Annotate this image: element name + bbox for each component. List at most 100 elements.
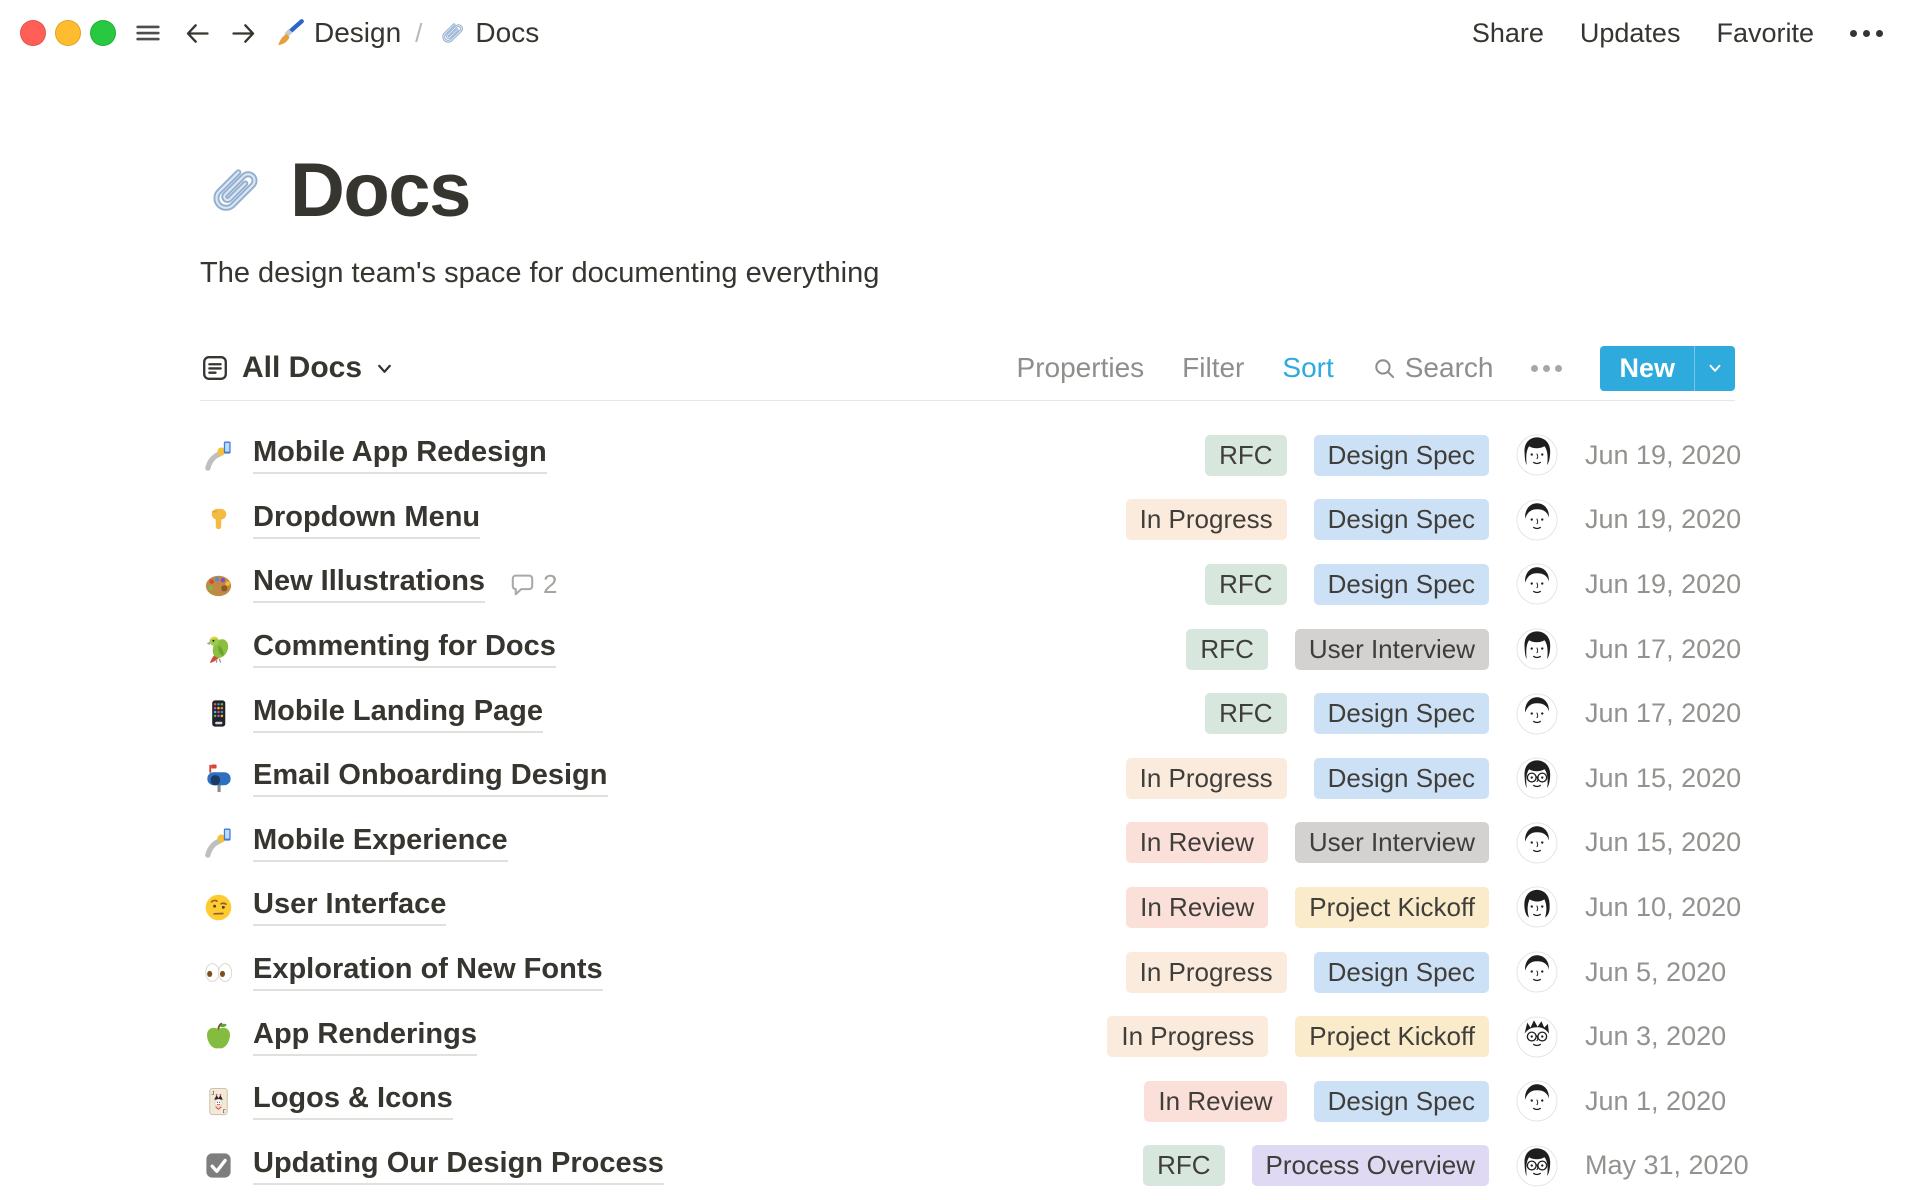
avatar — [1516, 693, 1558, 735]
mailbox-icon — [200, 763, 236, 794]
close-button[interactable] — [20, 20, 46, 46]
breadcrumb-item-design[interactable]: Design — [275, 17, 401, 49]
doc-type-badge: User Interview — [1294, 822, 1489, 864]
page-title[interactable]: Docs — [290, 147, 471, 234]
doc-title-link[interactable]: Updating Our Design Process — [253, 1147, 664, 1185]
minimize-button[interactable] — [55, 20, 81, 46]
doc-title-link[interactable]: Commenting for Docs — [253, 630, 556, 669]
doc-type-badge: Project Kickoff — [1295, 1016, 1489, 1058]
search-label: Search — [1404, 352, 1494, 383]
table-row[interactable]: New Illustrations 2 RFC Design Spec Jun … — [200, 552, 1742, 617]
doc-type-badge: Design Spec — [1313, 499, 1489, 541]
doc-title-link[interactable]: Mobile Experience — [253, 824, 508, 862]
breadcrumb-label: Docs — [475, 17, 540, 48]
edited-date: Jun 19, 2020 — [1585, 568, 1742, 599]
paperclip-icon — [436, 18, 466, 48]
status-badge: In Progress — [1125, 757, 1287, 799]
doc-title-link[interactable]: User Interface — [253, 888, 447, 927]
view-switcher[interactable]: All Docs — [200, 351, 395, 385]
status-badge: In Review — [1144, 1080, 1287, 1122]
doc-title-link[interactable]: Mobile App Redesign — [253, 436, 547, 475]
table-row[interactable]: Mobile Landing Page RFC Design Spec Jun … — [200, 681, 1741, 746]
doc-type-badge: Design Spec — [1313, 434, 1489, 476]
doc-type-badge: Process Overview — [1251, 1145, 1489, 1187]
edited-date: Jun 5, 2020 — [1585, 956, 1727, 987]
edited-date: Jun 15, 2020 — [1585, 762, 1742, 793]
breadcrumb: Design / Docs — [275, 17, 539, 49]
updates-button[interactable]: Updates — [1580, 18, 1681, 49]
table-row[interactable]: Dropdown Menu In Progress Design Spec Ju… — [200, 488, 1741, 553]
doc-type-badge: Design Spec — [1313, 1080, 1489, 1122]
search-button[interactable]: Search — [1372, 352, 1494, 384]
table-row[interactable]: Exploration of New Fonts In Progress Des… — [200, 940, 1735, 1005]
status-badge: In Progress — [1107, 1016, 1269, 1058]
page-icon-paperclip[interactable] — [200, 158, 264, 222]
avatar — [1516, 757, 1558, 799]
comment-bubble-icon — [509, 571, 536, 598]
status-badge: RFC — [1205, 563, 1287, 605]
breadcrumb-separator: / — [415, 17, 423, 48]
doc-title-link[interactable]: Dropdown Menu — [253, 501, 481, 539]
chevron-down-icon[interactable] — [1695, 346, 1735, 391]
new-button-label[interactable]: New — [1600, 346, 1694, 391]
view-label: All Docs — [242, 351, 363, 384]
new-button[interactable]: New — [1600, 345, 1735, 391]
share-button[interactable]: Share — [1472, 18, 1544, 49]
edited-date: Jun 15, 2020 — [1585, 827, 1742, 858]
doc-type-badge: Design Spec — [1313, 757, 1489, 799]
status-badge: RFC — [1143, 1145, 1225, 1187]
back-arrow-icon[interactable] — [183, 19, 212, 48]
status-badge: In Review — [1126, 886, 1269, 928]
status-badge: RFC — [1205, 693, 1287, 735]
properties-button[interactable]: Properties — [1017, 352, 1145, 384]
doc-title-link[interactable]: Exploration of New Fonts — [253, 953, 603, 992]
more-options-icon[interactable] — [1850, 29, 1883, 37]
avatar — [1516, 951, 1558, 993]
doc-title-link[interactable]: Logos & Icons — [253, 1082, 453, 1121]
table-row[interactable]: Mobile App Redesign RFC Design Spec Jun … — [200, 423, 1741, 488]
edited-date: Jun 1, 2020 — [1585, 1085, 1727, 1116]
apple-icon — [200, 1021, 236, 1052]
doc-title-link[interactable]: Email Onboarding Design — [253, 759, 608, 798]
table-row[interactable]: Email Onboarding Design In Progress Desi… — [200, 746, 1742, 811]
doc-title-link[interactable]: New Illustrations — [253, 565, 486, 604]
zoom-button[interactable] — [90, 20, 116, 46]
parrot-icon — [200, 634, 236, 665]
menu-icon[interactable] — [133, 18, 163, 48]
table-row[interactable]: User Interface In Review Project Kickoff… — [200, 875, 1742, 940]
palette-icon — [200, 569, 236, 600]
doc-title-link[interactable]: App Renderings — [253, 1018, 477, 1056]
status-badge: RFC — [1205, 434, 1287, 476]
edited-date: Jun 3, 2020 — [1585, 1021, 1727, 1052]
table-row[interactable]: Commenting for Docs RFC User Interview J… — [200, 617, 1742, 682]
avatar — [1516, 1080, 1558, 1122]
breadcrumb-item-docs[interactable]: Docs — [436, 17, 539, 49]
selfie-icon — [200, 827, 236, 858]
edited-date: Jun 17, 2020 — [1585, 633, 1742, 664]
status-badge: In Review — [1125, 822, 1268, 864]
filter-button[interactable]: Filter — [1182, 352, 1244, 384]
comment-count-number: 2 — [543, 568, 558, 599]
status-badge: In Progress — [1125, 951, 1287, 993]
doc-title-link[interactable]: Mobile Landing Page — [253, 695, 544, 733]
favorite-button[interactable]: Favorite — [1716, 18, 1814, 49]
table-row[interactable]: Mobile Experience In Review User Intervi… — [200, 811, 1742, 876]
avatar — [1516, 1016, 1558, 1058]
table-row[interactable]: Updating Our Design Process RFC Process … — [200, 1134, 1749, 1199]
avatar — [1516, 434, 1558, 476]
search-icon — [1372, 356, 1397, 381]
edited-date: Jun 10, 2020 — [1585, 891, 1742, 922]
table-row[interactable]: Logos & Icons In Review Design Spec Jun … — [200, 1069, 1735, 1134]
page-subtitle[interactable]: The design team's space for documenting … — [200, 254, 1735, 292]
doc-type-badge: Design Spec — [1313, 693, 1489, 735]
window-controls — [20, 20, 116, 46]
doc-type-badge: Project Kickoff — [1295, 886, 1489, 928]
paintbrush-icon — [275, 18, 305, 48]
table-row[interactable]: App Renderings In Progress Project Kicko… — [200, 1004, 1735, 1069]
database-toolbar: All Docs Properties Filter Sort Search N… — [200, 345, 1735, 401]
doc-type-badge: User Interview — [1294, 628, 1489, 670]
forward-arrow-icon[interactable] — [229, 19, 258, 48]
avatar — [1516, 563, 1558, 606]
sort-button[interactable]: Sort — [1282, 352, 1333, 384]
toolbar-more-icon[interactable] — [1531, 364, 1563, 372]
